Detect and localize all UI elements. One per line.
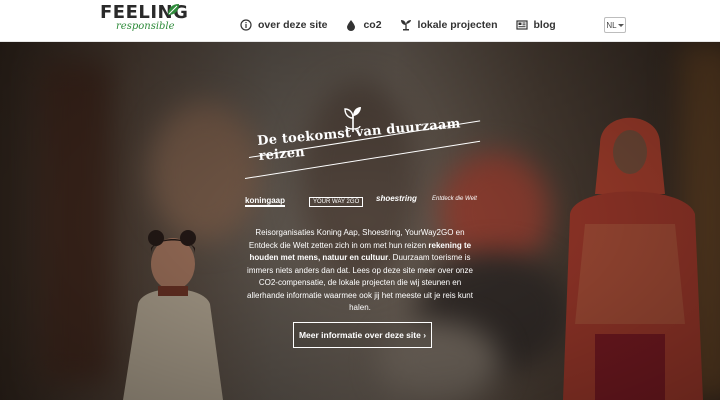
hero-section: De toekomst van duurzaam reizen koningaa…: [0, 42, 720, 400]
partner-logo-shoestring[interactable]: shoestring: [376, 194, 417, 203]
more-info-button[interactable]: Meer informatie over deze site ›: [293, 322, 432, 348]
seedling-icon: [400, 20, 411, 31]
nav-label: lokale projecten: [417, 19, 498, 31]
nav-label: blog: [533, 19, 556, 31]
partner-logo-yourway2go[interactable]: YOUR WAY 2GO: [309, 197, 364, 207]
nav-item-co2[interactable]: co2: [345, 19, 382, 31]
newspaper-icon: [515, 20, 528, 30]
partner-logo-entdeck[interactable]: Entdeck die Welt: [432, 196, 477, 202]
partner-logo-koningaap[interactable]: koningaap: [245, 196, 286, 207]
language-value: NL: [606, 20, 617, 30]
leaf-icon: [168, 4, 179, 15]
nav-label: over deze site: [258, 19, 328, 31]
partner-logos: koningaap YOUR WAY 2GO shoestring Entdec…: [243, 192, 483, 216]
nav-item-over-deze-site[interactable]: over deze site: [240, 19, 327, 31]
drop-icon: [347, 20, 356, 31]
site-header: FEELING responsible over deze site co2 l…: [0, 0, 720, 42]
nav-label: co2: [363, 19, 382, 31]
hero-content: De toekomst van duurzaam reizen koningaa…: [0, 42, 720, 400]
language-select[interactable]: NL: [604, 17, 626, 33]
info-icon: [240, 19, 252, 31]
main-nav: over deze site co2 lokale projecten blog: [240, 14, 574, 36]
hero-title: De toekomst van duurzaam reizen: [256, 116, 462, 164]
hero-description: Reisorganisaties Koning Aap, Shoestring,…: [240, 227, 480, 315]
feeling-responsible-logo[interactable]: FEELING responsible: [100, 3, 188, 37]
nav-item-lokale-projecten[interactable]: lokale projecten: [400, 19, 498, 31]
logo-tagline: responsible: [116, 21, 175, 32]
nav-item-blog[interactable]: blog: [515, 19, 556, 31]
chevron-down-icon: [617, 23, 624, 27]
